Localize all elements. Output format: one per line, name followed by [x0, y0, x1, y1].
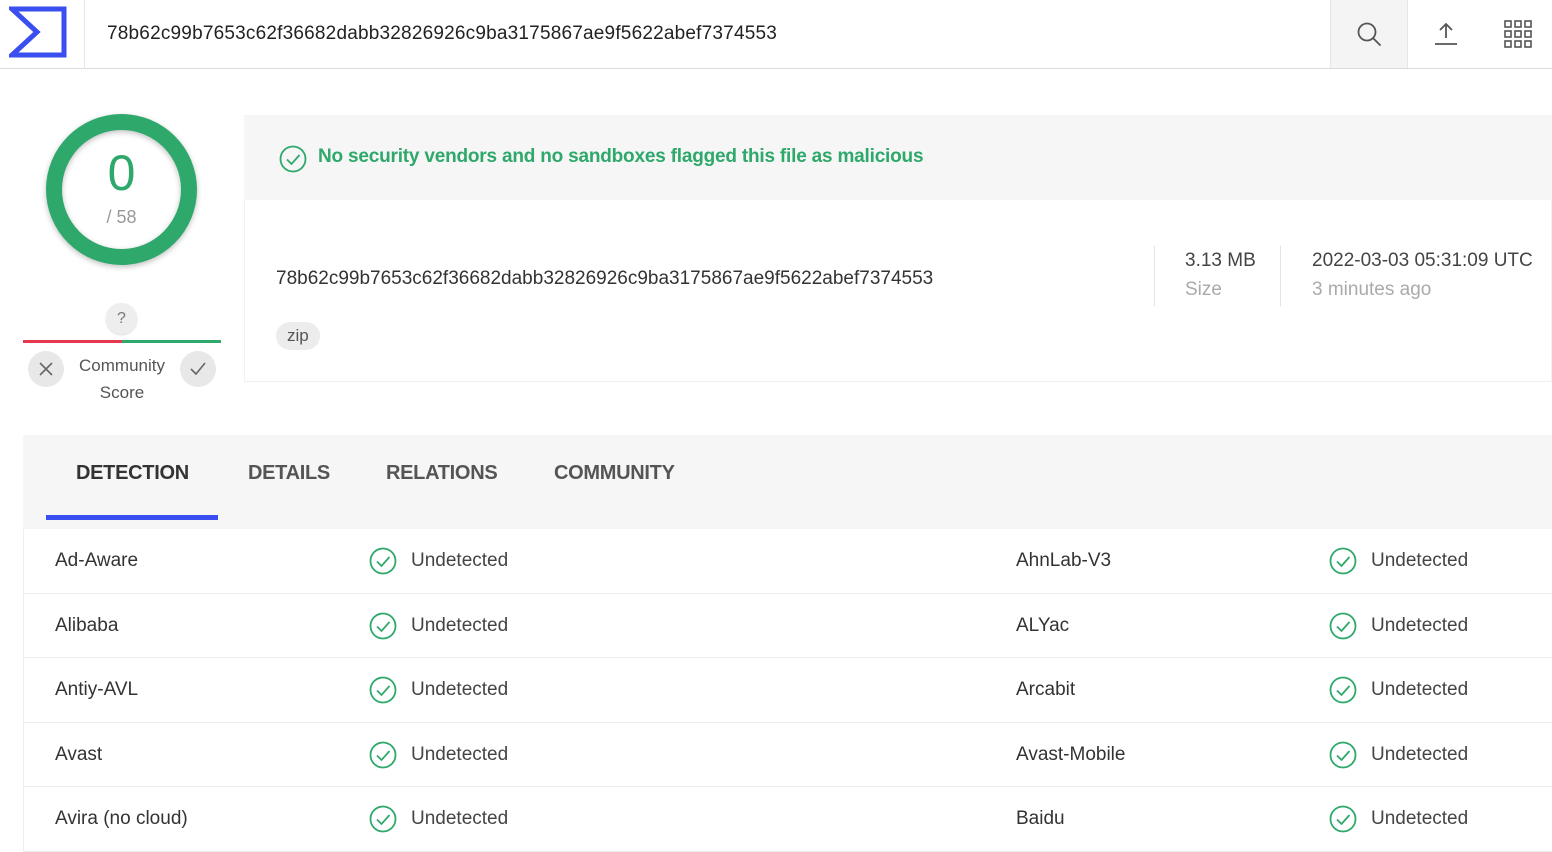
report-tabs: DETECTION DETAILS RELATIONS COMMUNITY: [23, 435, 1552, 522]
divider: [1280, 246, 1281, 306]
check-circle-icon: [369, 741, 397, 769]
result-text: Undetected: [411, 679, 509, 700]
table-row: Alibaba Undetected ALYac Undetected: [24, 594, 1552, 658]
detection-result: Undetected: [1329, 529, 1468, 593]
file-type-tag[interactable]: zip: [276, 322, 320, 350]
detection-count: 0: [107, 145, 136, 201]
tabs-gap: [23, 522, 1552, 529]
upload-icon: [1435, 22, 1457, 45]
vendor-name: Alibaba: [55, 614, 119, 636]
detection-table: Ad-Aware Undetected AhnLab-V3 Undetected…: [23, 529, 1552, 852]
check-circle-icon: [1329, 741, 1357, 769]
search-icon: [1357, 22, 1381, 46]
detection-total: / 58: [106, 207, 137, 227]
detection-result: Undetected: [369, 723, 508, 787]
analysis-date-ago: 3 minutes ago: [1312, 279, 1432, 300]
community-bar-harmful: [23, 340, 122, 343]
result-text: Undetected: [411, 550, 509, 571]
tab-community[interactable]: COMMUNITY: [554, 462, 675, 485]
table-row: Avast Undetected Avast-Mobile Undetected: [24, 723, 1552, 787]
check-circle-icon: [369, 805, 397, 833]
apps-button[interactable]: [1484, 0, 1552, 68]
check-circle-icon: [369, 547, 397, 575]
check-circle-icon: [369, 676, 397, 704]
table-row: Antiy-AVL Undetected Arcabit Undetected: [24, 658, 1552, 723]
check-circle-icon: [279, 145, 307, 173]
table-row: Ad-Aware Undetected AhnLab-V3 Undetected: [24, 529, 1552, 594]
result-text: Undetected: [411, 743, 509, 765]
community-score-label: Community Score: [70, 352, 174, 406]
detection-score-ring: 0 / 58: [46, 114, 197, 265]
search-input[interactable]: [86, 0, 1330, 68]
check-circle-icon: [1329, 805, 1357, 833]
close-icon: [39, 362, 53, 376]
active-tab-indicator: [46, 515, 218, 520]
tab-details[interactable]: DETAILS: [248, 462, 330, 485]
vote-harmless-button[interactable]: [180, 351, 216, 387]
detection-result: Undetected: [1329, 723, 1468, 787]
vendor-name: Arcabit: [1016, 679, 1076, 700]
detection-result: Undetected: [369, 594, 508, 658]
result-text: Undetected: [411, 614, 509, 636]
check-circle-icon: [369, 612, 397, 640]
vendor-name: Antiy-AVL: [55, 679, 139, 700]
upload-button[interactable]: [1408, 0, 1484, 68]
table-row: Avira (no cloud) Undetected Baidu Undete…: [24, 787, 1552, 852]
check-circle-icon: [1329, 547, 1357, 575]
tab-detection[interactable]: DETECTION: [76, 462, 189, 485]
vendor-name: Avast-Mobile: [1016, 743, 1126, 765]
community-score-value: ?: [106, 303, 137, 334]
result-text: Undetected: [1371, 550, 1469, 571]
verdict-banner: No security vendors and no sandboxes fla…: [244, 115, 1552, 200]
detection-result: Undetected: [1329, 658, 1468, 722]
result-text: Undetected: [1371, 679, 1469, 700]
virustotal-logo[interactable]: [0, 0, 85, 69]
file-info-card: 78b62c99b7653c62f36682dabb32826926c9ba31…: [244, 200, 1552, 382]
verdict-text: No security vendors and no sandboxes fla…: [318, 146, 924, 167]
file-size-label: Size: [1185, 279, 1222, 300]
search-button[interactable]: [1330, 0, 1408, 68]
divider: [1154, 246, 1155, 306]
detection-result: Undetected: [369, 658, 508, 722]
result-text: Undetected: [1371, 614, 1469, 636]
vote-harmful-button[interactable]: [28, 351, 64, 387]
apps-grid-icon: [1504, 20, 1532, 48]
community-label-line2: Score: [99, 383, 145, 402]
community-label-line1: Community: [79, 356, 165, 375]
check-circle-icon: [1329, 612, 1357, 640]
logo-icon: [9, 6, 67, 58]
vendor-name: AhnLab-V3: [1016, 550, 1112, 571]
check-circle-icon: [1329, 676, 1357, 704]
vendor-name: Baidu: [1016, 808, 1065, 829]
community-bar-harmless: [122, 340, 221, 343]
vendor-name: ALYac: [1016, 614, 1070, 636]
vendor-name: Avira (no cloud): [55, 808, 188, 829]
result-text: Undetected: [411, 808, 509, 829]
analysis-date: 2022-03-03 05:31:09 UTC: [1312, 250, 1533, 271]
result-text: Undetected: [1371, 743, 1469, 765]
top-bar: [0, 0, 1552, 69]
detection-result: Undetected: [369, 787, 508, 851]
detection-result: Undetected: [1329, 594, 1468, 658]
file-size: 3.13 MB: [1185, 250, 1256, 271]
vendor-name: Avast: [55, 743, 103, 765]
check-icon: [190, 362, 206, 376]
result-text: Undetected: [1371, 808, 1469, 829]
detection-result: Undetected: [1329, 787, 1468, 851]
vendor-name: Ad-Aware: [55, 550, 139, 571]
tab-relations[interactable]: RELATIONS: [386, 462, 498, 485]
file-hash[interactable]: 78b62c99b7653c62f36682dabb32826926c9ba31…: [276, 268, 933, 290]
detection-result: Undetected: [369, 529, 508, 593]
